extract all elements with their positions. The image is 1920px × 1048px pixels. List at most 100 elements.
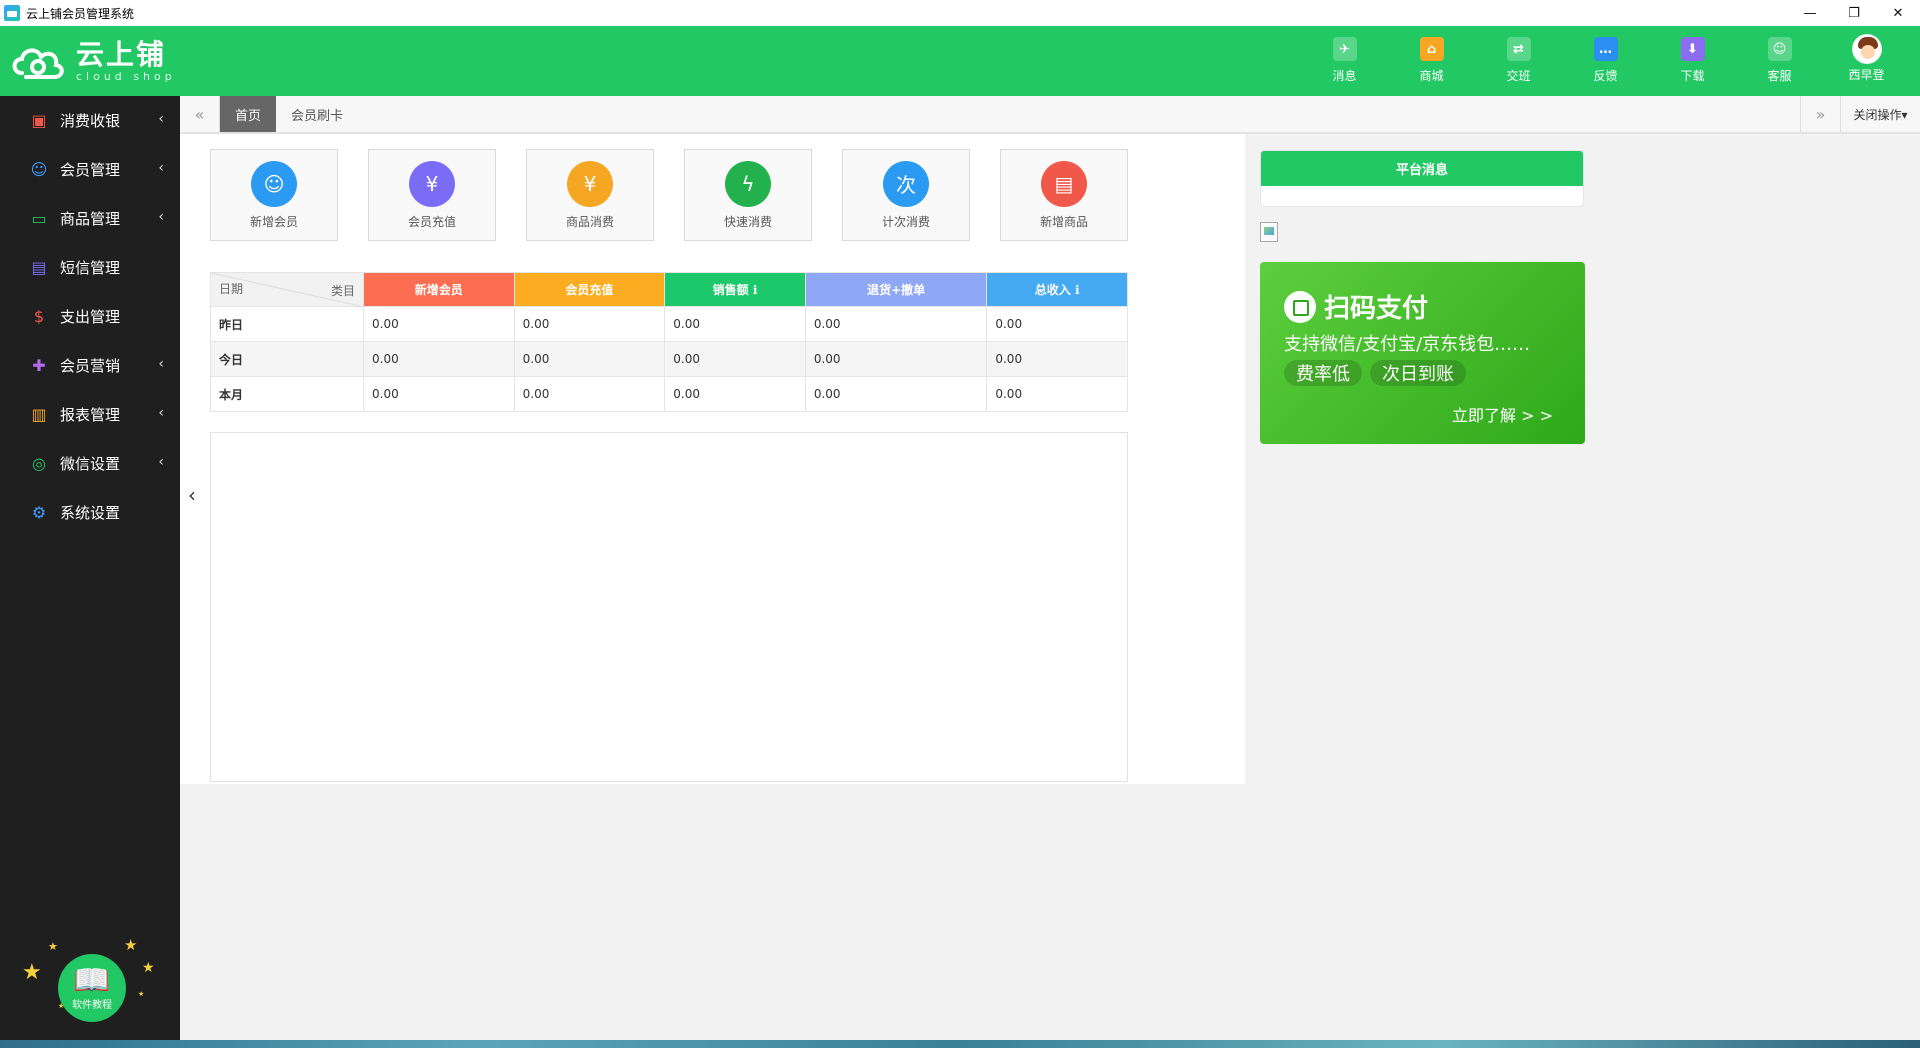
user-avatar: [1851, 34, 1882, 64]
close-operations-dropdown[interactable]: 关闭操作▾: [1840, 96, 1920, 132]
chevron-left-icon: ‹: [158, 111, 164, 127]
topnav-item-2[interactable]: ⇄ 交班: [1475, 34, 1562, 84]
recharge-icon: ¥: [409, 160, 455, 207]
quick-consume-icon: ϟ: [725, 160, 771, 207]
star-icon: ★: [142, 960, 155, 976]
topnav-label: 客服: [1767, 69, 1792, 83]
shortcut-button-5[interactable]: ▤ 新增商品: [1000, 149, 1128, 241]
shortcut-button-1[interactable]: ¥ 会员充值: [368, 149, 496, 241]
goods-consume-icon: ¥: [567, 160, 613, 207]
window-title: 云上铺会员管理系统: [26, 6, 135, 21]
stats-column-header: 退货+撤单: [804, 272, 988, 307]
sidebar-item-label: 商品管理: [60, 210, 121, 228]
star-icon: ★: [124, 936, 138, 954]
tutorial-widget[interactable]: ★ ★ ★ ★ ★ ★ 📖 软件教程: [0, 936, 180, 1040]
taskbar-strip: [0, 1040, 1920, 1048]
scan-icon: [1284, 290, 1316, 323]
store-icon: ⌂: [1419, 37, 1444, 61]
tutorial-button[interactable]: 📖 软件教程: [58, 954, 126, 1022]
sidebar-item-3[interactable]: ▤ 短信管理: [0, 243, 180, 292]
sidebar-item-7[interactable]: ◎ 微信设置 ‹: [0, 439, 180, 488]
table-cell: 0.00: [513, 306, 666, 342]
corner-category-label: 类目: [330, 284, 355, 298]
topnav-item-0[interactable]: ✈ 消息: [1301, 34, 1388, 84]
sidebar-item-1[interactable]: ☺ 会员管理 ‹: [0, 145, 180, 194]
handover-icon: ⇄: [1506, 37, 1531, 61]
stats-column-header: 新增会员: [363, 272, 515, 307]
shortcut-label: 会员充值: [407, 214, 456, 229]
table-row: 今日 0.00 0.00 0.00 0.00 0.00: [210, 341, 1128, 377]
topnav-item-5[interactable]: ☺ 客服: [1736, 34, 1823, 84]
shortcut-label: 新增会员: [249, 214, 298, 229]
feedback-icon: …: [1593, 37, 1618, 61]
topnav-item-1[interactable]: ⌂ 商城: [1388, 34, 1475, 84]
sidebar-item-6[interactable]: ▥ 报表管理 ‹: [0, 390, 180, 439]
table-cell: 0.00: [363, 376, 515, 412]
pay-tag-next-day: 次日到账: [1370, 360, 1466, 386]
tab-member-card[interactable]: 会员刷卡: [276, 96, 358, 132]
sms-icon: ▤: [31, 258, 47, 277]
topnav-label: 商城: [1419, 69, 1444, 83]
chevron-left-icon: ‹: [158, 209, 164, 225]
close-button[interactable]: ✕: [1876, 0, 1920, 26]
window-titlebar: 云上铺会员管理系统 — ❐ ✕: [0, 0, 1920, 26]
sidebar-item-label: 消费收银: [60, 112, 121, 130]
pay-tag-low-fee: 费率低: [1284, 360, 1362, 386]
top-nav: ✈ 消息 ⌂ 商城 ⇄ 交班 … 反馈 ⬇ 下载 ☺ 客服 西早登: [1301, 34, 1910, 84]
table-cell: 0.00: [804, 306, 988, 342]
restore-button[interactable]: ❐: [1832, 0, 1876, 26]
row-label: 本月: [210, 376, 364, 412]
topnav-label: 反馈: [1593, 69, 1618, 83]
topnav-item-6[interactable]: 西早登: [1823, 34, 1910, 84]
service-icon: ☺: [1767, 37, 1792, 61]
shortcut-button-0[interactable]: ☺ 新增会员: [210, 149, 338, 241]
chevron-left-icon: ‹: [158, 405, 164, 421]
top-header: 云上铺 cloud shop ✈ 消息 ⌂ 商城 ⇄ 交班 … 反馈 ⬇ 下载 ☺ 客服 西早登: [0, 26, 1920, 96]
learn-more-link[interactable]: 立即了解 > >: [1452, 402, 1553, 426]
tab-home[interactable]: 首页: [220, 96, 277, 132]
sidebar: ▣ 消费收银 ‹ ☺ 会员管理 ‹ ▭ 商品管理 ‹ ▤ 短信管理 $ 支出管理 ✚ 会员营销 ‹ ▥ 报表管理 ‹…: [0, 96, 180, 1040]
sidebar-collapse-icon[interactable]: ‹: [180, 480, 204, 510]
chevron-left-icon: ‹: [158, 356, 164, 372]
shortcut-button-3[interactable]: ϟ 快速消费: [684, 149, 812, 241]
report-icon: ▥: [31, 405, 47, 424]
table-row: 本月 0.00 0.00 0.00 0.00 0.00: [210, 376, 1128, 412]
sidebar-item-4[interactable]: $ 支出管理: [0, 292, 180, 341]
shortcut-label: 计次消费: [881, 214, 930, 229]
sidebar-item-label: 报表管理: [60, 406, 121, 424]
scan-pay-banner[interactable]: 扫码支付 支持微信/支付宝/京东钱包…… 费率低 次日到账 立即了解 > >: [1260, 262, 1585, 444]
table-cell: 0.00: [363, 341, 515, 377]
topnav-item-4[interactable]: ⬇ 下载: [1649, 34, 1736, 84]
main-content: ☺ 新增会员 ¥ 会员充值 ¥ 商品消费 ϟ 快速消费 次计次消费 ▤ 新增商品 日期 类目 新增会…: [180, 134, 1245, 784]
tutorial-label: 软件教程: [72, 999, 112, 1011]
cashier-icon: ▣: [31, 111, 47, 130]
expense-icon: $: [33, 307, 45, 326]
table-cell: 0.00: [513, 376, 666, 412]
tab-scroll-left-button[interactable]: «: [180, 96, 220, 132]
brand-logo[interactable]: 云上铺 cloud shop: [8, 36, 176, 88]
table-cell: 0.00: [986, 376, 1128, 412]
table-cell: 0.00: [664, 306, 806, 342]
shortcut-label: 商品消费: [565, 214, 614, 229]
wechat-icon: ◎: [32, 454, 46, 473]
topnav-label: 西早登: [1848, 68, 1885, 82]
book-icon: 📖: [73, 962, 111, 998]
add-goods-icon: ▤: [1041, 160, 1087, 207]
sidebar-item-2[interactable]: ▭ 商品管理 ‹: [0, 194, 180, 243]
shortcut-label: 新增商品: [1039, 214, 1088, 229]
table-cell: 0.00: [804, 341, 988, 377]
row-label: 昨日: [210, 306, 364, 342]
stats-column-header: 销售额 ℹ: [664, 272, 806, 307]
minimize-button[interactable]: —: [1788, 0, 1832, 26]
sidebar-item-5[interactable]: ✚ 会员营销 ‹: [0, 341, 180, 390]
topnav-item-3[interactable]: … 反馈: [1562, 34, 1649, 84]
table-cell: 0.00: [664, 376, 806, 412]
tab-scroll-right-button[interactable]: »: [1800, 96, 1840, 132]
shortcut-button-4[interactable]: 次计次消费: [842, 149, 970, 241]
sidebar-item-8[interactable]: ⚙ 系统设置: [0, 488, 180, 537]
sidebar-item-0[interactable]: ▣ 消费收银 ‹: [0, 96, 180, 145]
chevron-left-icon: ‹: [158, 454, 164, 470]
table-cell: 0.00: [664, 341, 806, 377]
shortcut-button-2[interactable]: ¥ 商品消费: [526, 149, 654, 241]
pay-banner-title: 扫码支付: [1324, 294, 1429, 324]
